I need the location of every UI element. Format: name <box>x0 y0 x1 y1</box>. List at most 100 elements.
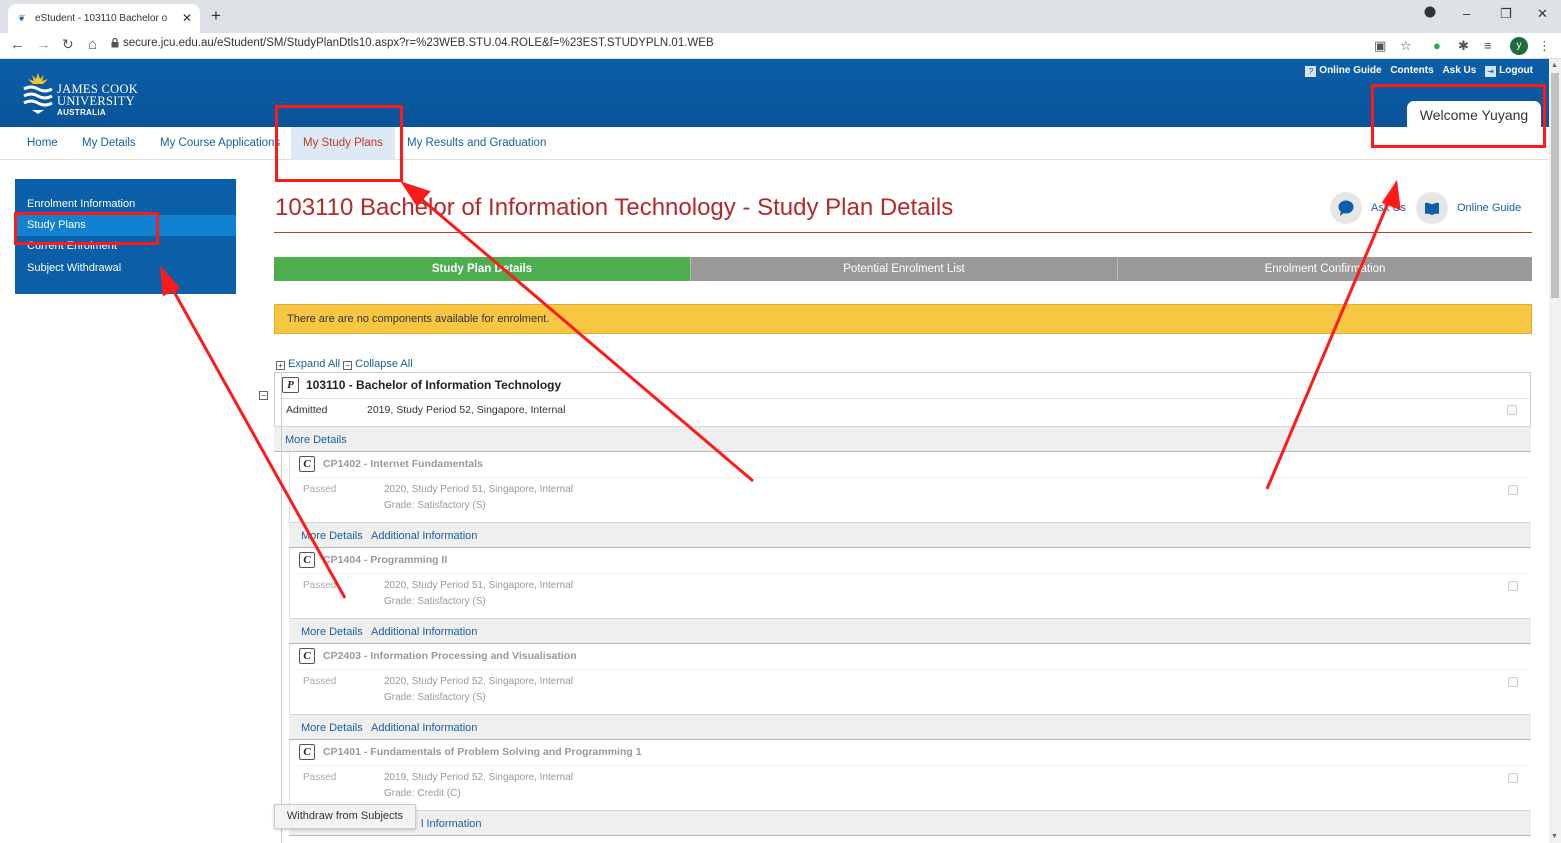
profile-menu-icon[interactable] <box>1424 6 1436 21</box>
ask-us-link[interactable]: Ask Us <box>1442 65 1476 76</box>
collapse-program-toggle[interactable]: − <box>259 391 268 400</box>
subject-more-bar: More Details Additional Information <box>289 522 1531 548</box>
subject-title: CP1404 - Programming II <box>323 554 448 566</box>
contents-link[interactable]: Contents <box>1390 65 1433 76</box>
help-icon: ? <box>1305 66 1317 77</box>
program-status: Admitted <box>286 404 328 416</box>
profile-avatar[interactable]: y <box>1510 37 1528 55</box>
alert-message: There are are no components available fo… <box>274 304 1532 334</box>
more-details-link[interactable]: More Details <box>301 722 363 734</box>
close-window-icon[interactable]: ✕ <box>1537 6 1548 22</box>
subject-title: CP1402 - Internet Fundamentals <box>323 458 483 470</box>
subject-detail: 2020, Study Period 51, Singapore, Intern… <box>384 580 574 591</box>
program-checkbox[interactable] <box>1507 405 1517 415</box>
subject-title: CP2403 - Information Processing and Visu… <box>323 650 577 662</box>
subject-checkbox[interactable] <box>1508 485 1518 495</box>
tree-controls: + Expand All − Collapse All <box>276 358 413 370</box>
page-scrollbar[interactable]: ▲ ▼ <box>1549 59 1561 843</box>
subject-panel: C CP1401 - Fundamentals of Problem Solvi… <box>289 740 1531 810</box>
scrollbar-thumb[interactable] <box>1551 73 1559 298</box>
jcu-logo-icon[interactable] <box>22 67 54 117</box>
additional-information-link[interactable]: Additional Information <box>371 722 477 734</box>
logo-text-australia: AUSTRALIA <box>57 108 106 117</box>
favicon-icon: ❦ <box>18 13 26 23</box>
additional-information-link[interactable]: l Information <box>421 818 482 830</box>
subject-grade: Grade: Satisfactory (S) <box>384 500 486 511</box>
menu-my-course-applications[interactable]: My Course Applications <box>160 137 280 149</box>
subject-checkbox[interactable] <box>1508 677 1518 687</box>
online-guide-link[interactable]: ? Online Guide <box>1305 65 1382 77</box>
subject-detail: 2019, Study Period 52, Singapore, Intern… <box>384 772 574 783</box>
grammarly-icon[interactable]: ● <box>1433 38 1441 53</box>
subject-divider <box>298 765 1528 766</box>
collapse-all-icon[interactable]: − <box>343 361 353 370</box>
lock-icon <box>111 38 119 48</box>
menu-my-results-and-graduation[interactable]: My Results and Graduation <box>407 137 546 149</box>
scroll-up-icon[interactable]: ▲ <box>1551 62 1558 69</box>
program-badge: P <box>282 377 299 393</box>
restore-icon[interactable]: ❐ <box>1500 6 1512 22</box>
logout-icon: ⇥ <box>1485 66 1497 77</box>
withdraw-from-subjects-button[interactable]: Withdraw from Subjects <box>274 804 416 829</box>
expand-all-link[interactable]: Expand All <box>288 358 340 370</box>
back-icon[interactable]: ← <box>10 36 25 53</box>
main-menu: Home My Details My Course Applications M… <box>0 127 1549 160</box>
chat-bubble-icon <box>1338 200 1354 216</box>
online-guide-label[interactable]: Online Guide <box>1457 202 1521 214</box>
subject-badge: C <box>299 552 315 568</box>
tab-title: eStudent - 103110 Bachelor o <box>35 13 168 24</box>
logout-link[interactable]: ⇥ Logout <box>1485 65 1533 77</box>
annotation-box-study-plans-menu <box>275 105 403 182</box>
menu-home[interactable]: Home <box>27 137 58 149</box>
more-details-link[interactable]: More Details <box>301 626 363 638</box>
sidebar-item-subject-withdrawal[interactable]: Subject Withdrawal <box>27 262 121 274</box>
scroll-down-icon[interactable]: ▼ <box>1551 833 1558 840</box>
subject-more-bar: l Information <box>289 810 1531 836</box>
additional-information-link[interactable]: Additional Information <box>371 626 477 638</box>
subject-divider <box>298 573 1528 574</box>
subject-detail: 2020, Study Period 52, Singapore, Intern… <box>384 676 574 687</box>
online-guide-button[interactable] <box>1416 192 1448 224</box>
program-more-details-link[interactable]: More Details <box>285 434 347 446</box>
additional-information-link[interactable]: Additional Information <box>371 530 477 542</box>
sidebar-item-enrolment-information[interactable]: Enrolment Information <box>27 198 135 210</box>
reload-icon[interactable]: ↻ <box>62 36 74 53</box>
menu-kebab-icon[interactable]: ⋮ <box>1538 38 1551 54</box>
expand-all-icon[interactable]: + <box>276 361 285 370</box>
step-enrolment-confirmation[interactable]: Enrolment Confirmation <box>1117 257 1532 281</box>
subject-panel: C CP1404 - Programming II Passed 2020, S… <box>289 548 1531 618</box>
subject-more-bar: More Details Additional Information <box>289 618 1531 644</box>
bookmark-star-icon[interactable]: ☆ <box>1400 38 1412 54</box>
subject-divider <box>298 669 1528 670</box>
minimize-icon[interactable]: – <box>1463 6 1470 21</box>
step-study-plan-details[interactable]: Study Plan Details <box>274 257 690 281</box>
subject-checkbox[interactable] <box>1508 773 1518 783</box>
annotation-box-sidebar-study-plans <box>14 212 159 245</box>
ask-us-button[interactable] <box>1330 192 1362 224</box>
browser-toolbar: ← → ↻ ⌂ secure.jcu.edu.au/eStudent/SM/St… <box>0 33 1561 59</box>
extensions-icon[interactable]: ✱ <box>1458 38 1469 54</box>
address-bar[interactable]: secure.jcu.edu.au/eStudent/SM/StudyPlanD… <box>123 37 714 49</box>
subject-grade: Grade: Satisfactory (S) <box>384 596 486 607</box>
page-title: 103110 Bachelor of Information Technolog… <box>275 194 954 221</box>
ask-us-label[interactable]: Ask Us <box>1371 202 1406 214</box>
close-tab-icon[interactable]: ✕ <box>182 11 192 25</box>
subject-status: Passed <box>303 580 337 591</box>
home-icon[interactable]: ⌂ <box>88 36 97 53</box>
menu-my-details[interactable]: My Details <box>82 137 136 149</box>
more-details-link[interactable]: More Details <box>301 530 363 542</box>
browser-tab[interactable]: ❦ eStudent - 103110 Bachelor o ✕ <box>8 4 200 33</box>
translate-icon[interactable]: ▣ <box>1374 38 1386 54</box>
subject-badge: C <box>299 648 315 664</box>
annotation-box-welcome <box>1371 84 1546 148</box>
new-tab-button[interactable]: + <box>211 6 221 26</box>
subject-checkbox[interactable] <box>1508 581 1518 591</box>
reading-list-icon[interactable]: ≡ <box>1484 38 1492 53</box>
subject-status: Passed <box>303 484 337 495</box>
subject-title: CP1401 - Fundamentals of Problem Solving… <box>323 746 642 758</box>
subject-more-bar: More Details Additional Information <box>289 714 1531 740</box>
program-detail: 2019, Study Period 52, Singapore, Intern… <box>367 404 566 416</box>
step-potential-enrolment-list[interactable]: Potential Enrolment List <box>690 257 1117 281</box>
forward-icon[interactable]: → <box>36 36 51 53</box>
collapse-all-link[interactable]: Collapse All <box>355 358 412 370</box>
